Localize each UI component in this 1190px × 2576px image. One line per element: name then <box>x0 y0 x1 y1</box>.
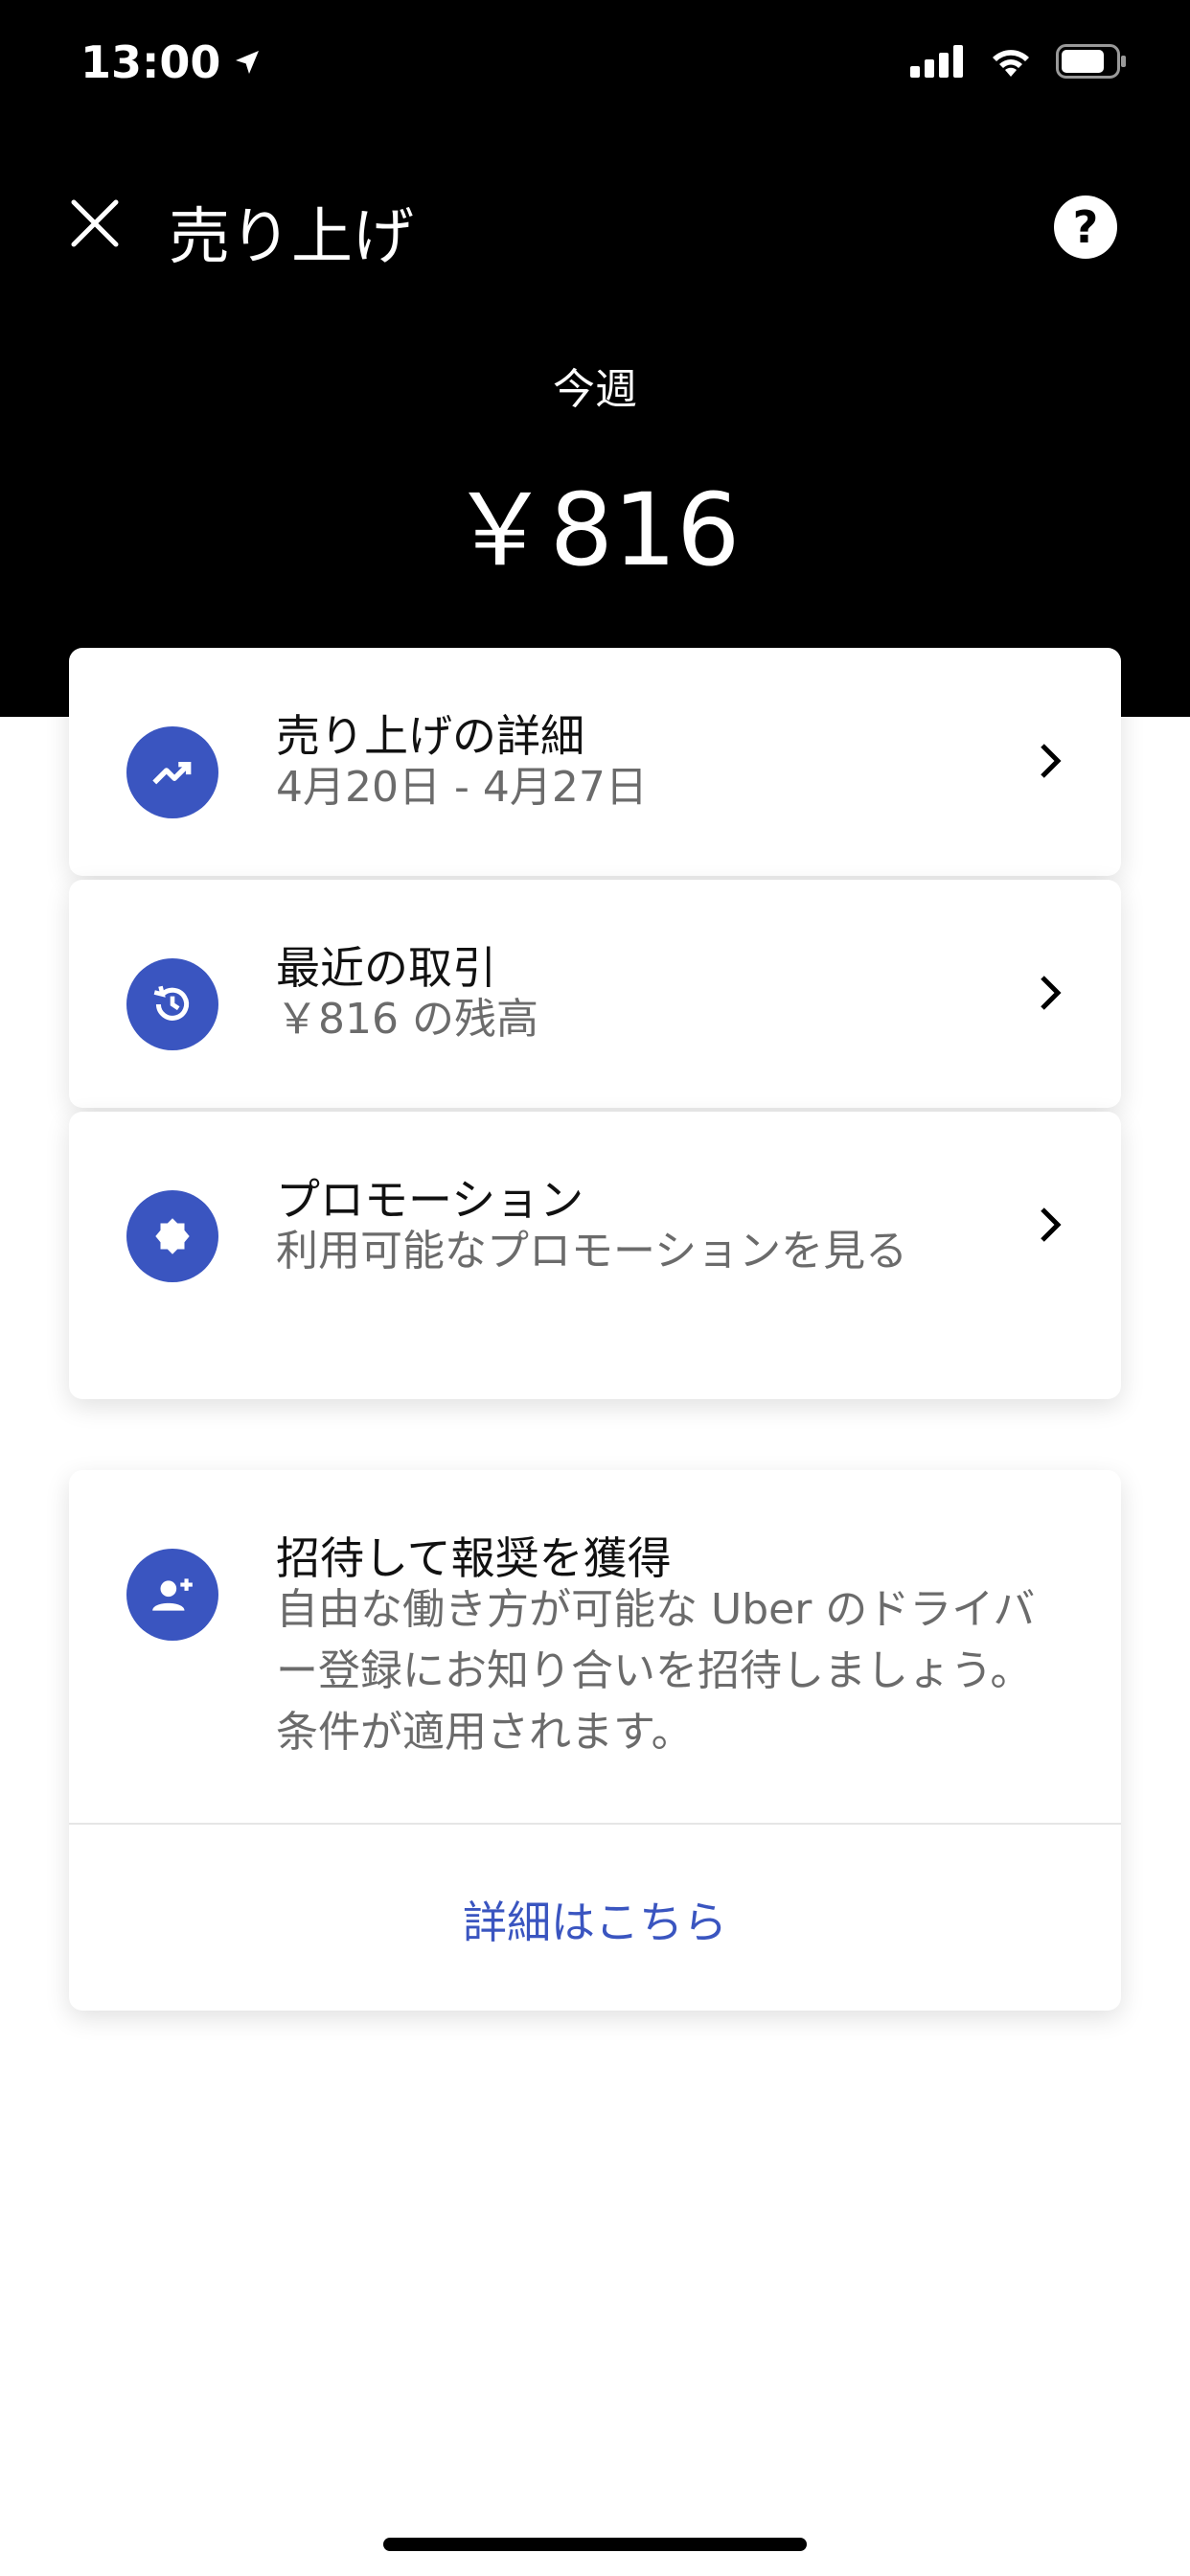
close-button[interactable] <box>63 192 126 255</box>
earnings-details-card[interactable]: 売り上げの詳細 4月20日 - 4月27日 <box>69 648 1121 876</box>
chevron-right-icon <box>1027 1202 1073 1248</box>
location-arrow-icon <box>236 51 260 74</box>
divider <box>69 1823 1121 1825</box>
referral-title: 招待して報奨を獲得 <box>276 1532 672 1584</box>
earnings-amount: ￥816 <box>449 472 741 588</box>
chevron-right-icon <box>1027 738 1073 784</box>
badge-icon <box>126 1190 218 1282</box>
row-title: プロモーション <box>276 1174 584 1226</box>
battery-icon <box>1056 44 1126 79</box>
referral-body: 自由な働き方が可能な Uber のドライバー登録にお知り合いを招待しましょう。条… <box>276 1585 1036 1757</box>
promotions-card[interactable]: プロモーション 利用可能なプロモーションを見る <box>69 1112 1121 1399</box>
row-subtitle: 利用可能なプロモーションを見る <box>276 1227 908 1276</box>
trending-up-icon <box>126 726 218 818</box>
status-icons <box>910 44 1127 79</box>
period-label: 今週 <box>553 365 637 414</box>
row-subtitle: 4月20日 - 4月27日 <box>276 763 648 812</box>
row-title: 売り上げの詳細 <box>276 710 584 762</box>
page-title: 売り上げ <box>169 202 414 273</box>
header: 13:00 売り上げ ? 今週 ￥816 <box>0 0 1190 717</box>
home-indicator[interactable] <box>383 2538 807 2551</box>
chevron-right-icon <box>1027 970 1073 1016</box>
recent-transactions-card[interactable]: 最近の取引 ￥816 の残高 <box>69 880 1121 1108</box>
help-icon: ? <box>1072 201 1099 253</box>
row-subtitle: ￥816 の残高 <box>276 995 538 1044</box>
close-icon <box>71 199 119 247</box>
history-icon <box>126 958 218 1050</box>
status-time: 13:00 <box>80 36 263 88</box>
cellular-signal-icon <box>910 45 963 78</box>
row-title: 最近の取引 <box>276 942 496 994</box>
help-button[interactable]: ? <box>1054 196 1117 259</box>
wifi-icon <box>993 50 1029 77</box>
referral-card: 招待して報奨を獲得 自由な働き方が可能な Uber のドライバー登録にお知り合い… <box>69 1470 1121 2011</box>
details-link[interactable]: 詳細はこちら <box>69 1888 1121 1951</box>
clock: 13:00 <box>80 36 221 88</box>
add-person-icon <box>126 1549 218 1641</box>
